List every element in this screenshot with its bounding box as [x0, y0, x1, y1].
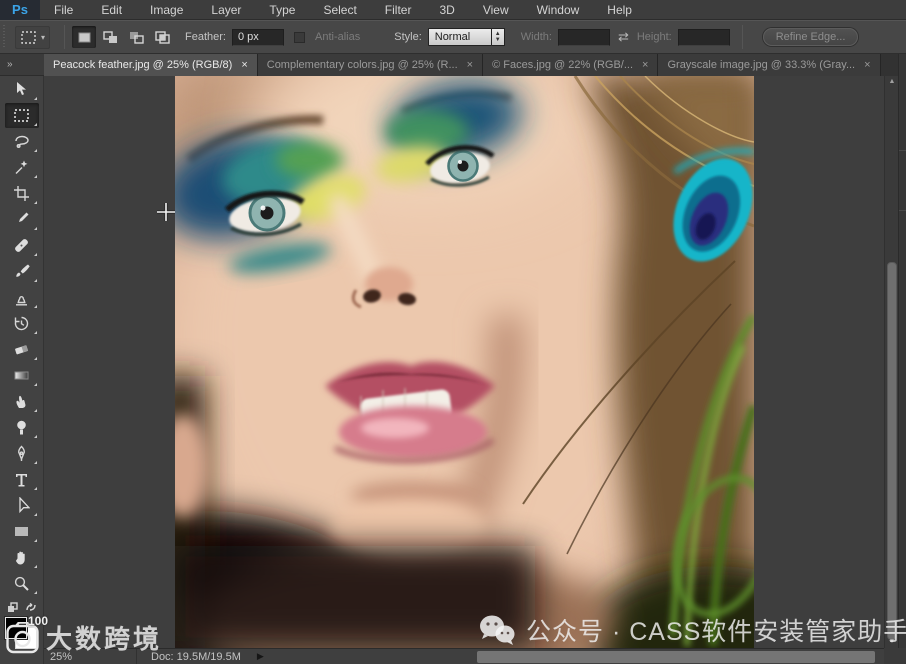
- tab-peacock-feather[interactable]: Peacock feather.jpg @ 25% (RGB/8) ×: [44, 54, 258, 76]
- camera-logo-icon: 100: [6, 616, 42, 656]
- zoom-tool[interactable]: [5, 571, 39, 596]
- move-tool[interactable]: [5, 77, 39, 102]
- menu-edit[interactable]: Edit: [87, 0, 136, 20]
- rectangle-tool[interactable]: [5, 519, 39, 544]
- close-icon[interactable]: ×: [241, 59, 247, 71]
- options-bar-grip[interactable]: [3, 25, 5, 49]
- divider: [742, 25, 743, 49]
- tab-title: © Faces.jpg @ 22% (RGB/...: [492, 59, 633, 71]
- dodge-tool[interactable]: [5, 415, 39, 440]
- watermark-text: 大数跨境: [46, 626, 162, 656]
- tool-options-bar: ▾ Feather: Anti-alias Style: Normal ▲ ▼ …: [0, 20, 906, 54]
- watermark-text: 公众号 · CASS软件安装管家助手: [526, 612, 906, 648]
- menu-help[interactable]: Help: [593, 0, 646, 20]
- tools-panel: [0, 76, 44, 664]
- status-flyout-icon[interactable]: ▶: [257, 651, 264, 662]
- tab-complementary-colors[interactable]: Complementary colors.jpg @ 25% (R... ×: [258, 54, 483, 76]
- doc-size-readout: Doc: 19.5M/19.5M: [151, 651, 241, 663]
- eraser-tool[interactable]: [5, 337, 39, 362]
- swap-dimensions-icon[interactable]: ⇄: [618, 29, 629, 45]
- divider: [64, 25, 65, 49]
- type-tool[interactable]: [5, 467, 39, 492]
- tab-title: Grayscale image.jpg @ 33.3% (Gray...: [667, 59, 855, 71]
- window-corner: [884, 648, 906, 664]
- lasso-tool[interactable]: [5, 129, 39, 154]
- style-spinner[interactable]: ▲ ▼: [492, 28, 505, 46]
- tool-preset-picker[interactable]: ▾: [15, 26, 50, 49]
- menu-view[interactable]: View: [469, 0, 523, 20]
- double-arrow-icon: »: [7, 59, 12, 70]
- crop-tool[interactable]: [5, 181, 39, 206]
- refine-edge-button[interactable]: Refine Edge...: [763, 28, 859, 46]
- menu-3d[interactable]: 3D: [425, 0, 468, 20]
- scroll-up-icon[interactable]: ▲: [885, 76, 899, 88]
- gradient-tool[interactable]: [5, 363, 39, 388]
- bigdata-watermark: 100 大数跨境: [6, 616, 162, 656]
- default-colors-icon[interactable]: [7, 602, 19, 613]
- menu-layer[interactable]: Layer: [197, 0, 255, 20]
- spinner-down-icon: ▼: [495, 37, 501, 43]
- close-icon[interactable]: ×: [642, 59, 648, 71]
- peacock-feather-photo[interactable]: [175, 76, 754, 648]
- style-label: Style:: [394, 31, 422, 43]
- style-dropdown[interactable]: Normal: [428, 28, 492, 46]
- vertical-scrollbar-thumb[interactable]: [887, 262, 897, 640]
- tab-title: Complementary colors.jpg @ 25% (R...: [267, 59, 458, 71]
- menu-image[interactable]: Image: [136, 0, 197, 20]
- add-to-selection-button[interactable]: [98, 26, 122, 48]
- feather-input[interactable]: [232, 29, 284, 46]
- pen-tool[interactable]: [5, 441, 39, 466]
- tab-title: Peacock feather.jpg @ 25% (RGB/8): [53, 59, 232, 71]
- menu-type[interactable]: Type: [255, 0, 309, 20]
- swatch-mini-row: [5, 602, 39, 613]
- menu-filter[interactable]: Filter: [371, 0, 426, 20]
- rectangular-marquee-tool[interactable]: [5, 103, 39, 128]
- anti-alias-checkbox[interactable]: [294, 32, 305, 43]
- vertical-scrollbar[interactable]: ▲ ▼: [884, 76, 898, 648]
- history-brush-tool[interactable]: [5, 311, 39, 336]
- photoshop-window: Ps File Edit Image Layer Type Select Fil…: [0, 0, 906, 664]
- horizontal-scrollbar-thumb[interactable]: [477, 651, 875, 663]
- new-selection-button[interactable]: [72, 26, 96, 48]
- subtract-from-selection-button[interactable]: [124, 26, 148, 48]
- smudge-tool[interactable]: [5, 389, 39, 414]
- status-bar: 25% Doc: 19.5M/19.5M ▶: [44, 648, 884, 664]
- close-icon[interactable]: ×: [467, 59, 473, 71]
- wechat-icon: [478, 614, 516, 646]
- document-tab-bar: Peacock feather.jpg @ 25% (RGB/8) × Comp…: [44, 54, 898, 76]
- path-selection-tool[interactable]: [5, 493, 39, 518]
- intersect-selection-button[interactable]: [150, 26, 174, 48]
- magic-wand-tool[interactable]: [5, 155, 39, 180]
- toolbar-collapse-button[interactable]: »: [0, 54, 44, 76]
- feather-label: Feather:: [185, 31, 226, 43]
- close-icon[interactable]: ×: [864, 59, 870, 71]
- eyedropper-tool[interactable]: [5, 207, 39, 232]
- menu-file[interactable]: File: [40, 0, 87, 20]
- panel-dock-edge: [898, 54, 906, 664]
- watermark-badge: 100: [28, 614, 48, 628]
- clone-stamp-tool[interactable]: [5, 285, 39, 310]
- swap-colors-icon[interactable]: [25, 602, 37, 613]
- healing-brush-tool[interactable]: [5, 233, 39, 258]
- anti-alias-label: Anti-alias: [315, 31, 360, 43]
- chevron-down-icon: ▾: [41, 33, 45, 42]
- height-input[interactable]: [678, 29, 730, 46]
- tab-faces[interactable]: © Faces.jpg @ 22% (RGB/... ×: [483, 54, 658, 76]
- width-label: Width:: [521, 31, 552, 43]
- width-input[interactable]: [558, 29, 610, 46]
- brush-tool[interactable]: [5, 259, 39, 284]
- crosshair-cursor: [156, 202, 176, 222]
- height-label: Height:: [637, 31, 672, 43]
- document-canvas-area[interactable]: [44, 76, 884, 648]
- wechat-watermark: 公众号 · CASS软件安装管家助手: [478, 612, 906, 648]
- marquee-preset-icon: [20, 29, 37, 46]
- menu-window[interactable]: Window: [523, 0, 594, 20]
- photoshop-logo: Ps: [0, 0, 40, 20]
- tab-grayscale-image[interactable]: Grayscale image.jpg @ 33.3% (Gray... ×: [658, 54, 880, 76]
- hand-tool[interactable]: [5, 545, 39, 570]
- menu-bar: Ps File Edit Image Layer Type Select Fil…: [0, 0, 906, 20]
- menu-select[interactable]: Select: [309, 0, 370, 20]
